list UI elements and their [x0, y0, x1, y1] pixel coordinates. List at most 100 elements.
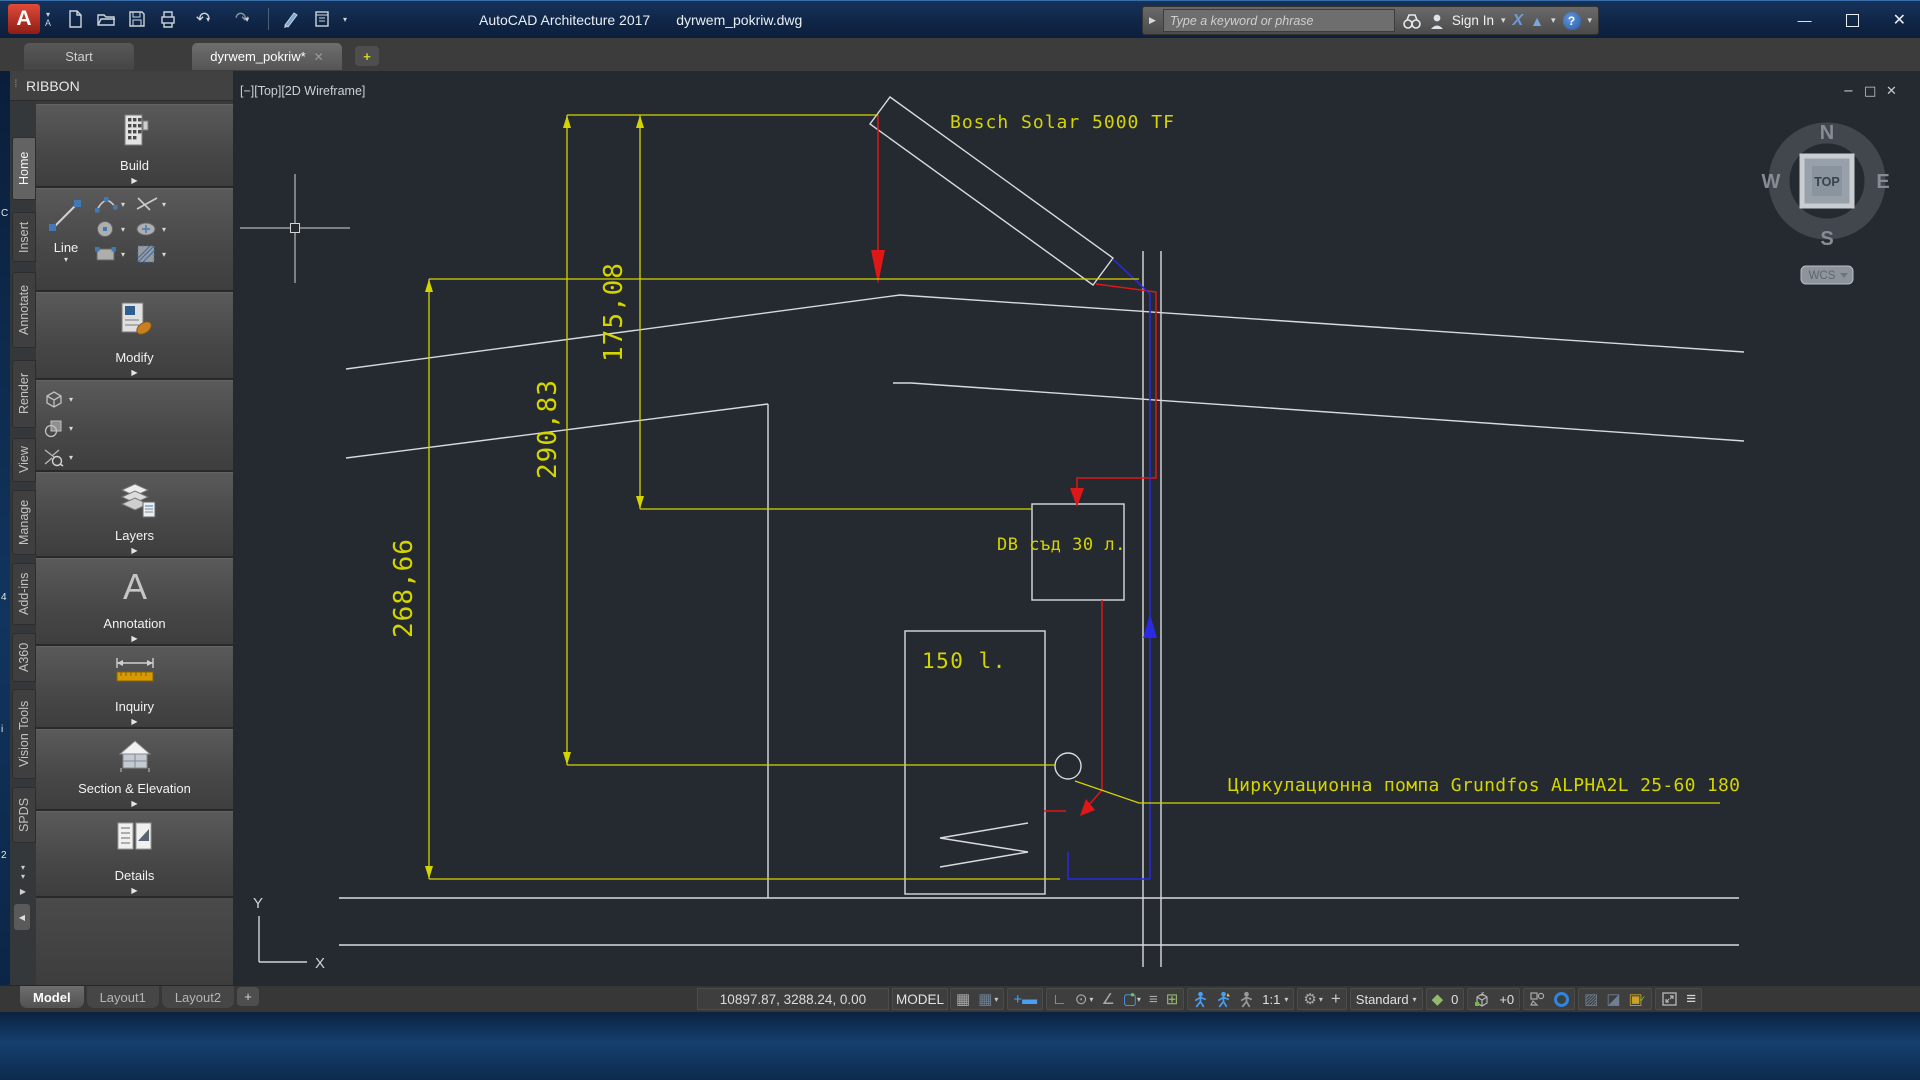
ribbon-panel-modify[interactable]: Modify ▶ [36, 292, 233, 380]
properties-palette-button[interactable] [309, 6, 335, 32]
workspace-value[interactable]: Standard [1356, 992, 1409, 1007]
ribbon-panel-section[interactable]: Section & Elevation ▶ [36, 729, 233, 811]
ribbon-panel-inquiry[interactable]: Inquiry ▶ [36, 646, 233, 729]
panel-flyout-icon[interactable]: ▶ [36, 886, 233, 895]
annotation-visibility-icon[interactable] [1193, 991, 1208, 1008]
autocad-logo-button[interactable]: A [8, 4, 40, 34]
autoscale-annotation-icon[interactable] [1216, 991, 1231, 1008]
new-layout-button[interactable]: + [237, 987, 259, 1006]
a360-dropdown-icon[interactable]: ▾ [1551, 15, 1556, 26]
exchange-apps-icon[interactable]: X [1512, 12, 1523, 30]
isodraft-icon[interactable]: ∠ [1101, 990, 1114, 1008]
snap-grid-icon[interactable]: ▦▾ [978, 990, 998, 1008]
snap-mode-icon[interactable]: +▬ [1013, 991, 1037, 1008]
model-space-badge[interactable]: MODEL [892, 988, 948, 1010]
help-icon[interactable]: ? [1563, 12, 1581, 30]
ribbon-panel-draw[interactable]: Line ▾ ▾ ▾ ▾ ▾ [36, 188, 233, 292]
quick-properties-icon[interactable] [1529, 991, 1546, 1007]
ribbon-tab-vision-tools[interactable]: Vision Tools [12, 689, 36, 779]
undo-button[interactable]: ↶▾ [186, 6, 220, 32]
dropdown-icon[interactable]: ▾ [69, 395, 73, 404]
arc-tool-button[interactable]: ▾ [94, 195, 125, 213]
viewport-controls[interactable]: [−][Top][2D Wireframe] [240, 84, 365, 98]
ribbon-panel-viewtools[interactable]: ▾ ▾ ▾ [36, 380, 233, 472]
annotation-scale-value[interactable]: 1:1 [1262, 992, 1280, 1007]
ellipse-tool-button[interactable]: ▾ [135, 220, 166, 238]
dropdown-icon[interactable]: ▾ [1319, 995, 1323, 1004]
logo-dropdown-icon[interactable]: ▾A [45, 11, 51, 27]
ribbon-tab-insert[interactable]: Insert [12, 212, 36, 262]
dropdown-icon[interactable]: ▾ [1284, 995, 1288, 1004]
line-dropdown-icon[interactable]: ▾ [40, 255, 92, 264]
dropdown-icon[interactable]: ▾ [121, 250, 125, 259]
viewcube-top-label[interactable]: TOP [1814, 175, 1839, 189]
ribbon-tab-annotate[interactable]: Annotate [12, 272, 36, 348]
ribbon-panel-details[interactable]: Details ▶ [36, 811, 233, 898]
settings-gear-icon[interactable]: ⚙▾ [1303, 990, 1322, 1008]
panel-flyout-icon[interactable]: ▶ [36, 717, 233, 726]
search-input[interactable] [1163, 9, 1395, 32]
save-button[interactable] [124, 6, 150, 32]
circle-tool-button[interactable]: ▾ [94, 220, 125, 238]
dropdown-icon[interactable]: ▾ [1413, 995, 1417, 1004]
dropdown-icon[interactable]: ▾ [69, 424, 73, 433]
dropdown-icon[interactable]: ▾ [994, 995, 998, 1004]
tab-drawing[interactable]: dyrwem_pokriw* ✕ [192, 43, 342, 70]
redo-button[interactable]: ↷▾ [225, 6, 259, 32]
collapse-palette-button[interactable]: ◀ [14, 904, 30, 930]
dropdown-icon[interactable]: ▾ [121, 200, 125, 209]
rectangle-tool-button[interactable]: ▾ [94, 245, 125, 263]
panel-flyout-icon[interactable]: ▶ [36, 176, 233, 185]
ribbon-tab-render[interactable]: Render [12, 360, 36, 428]
zoom-extents-tool-button[interactable]: ▾ [42, 447, 73, 467]
undo-dropdown-icon[interactable]: ▾ [206, 15, 210, 24]
dropdown-icon[interactable]: ▾ [1089, 995, 1093, 1004]
ribbon-panel-annotation[interactable]: A Annotation ▶ [36, 558, 233, 646]
viewport-close-button[interactable]: ✕ [1886, 84, 1897, 99]
ribbon-tab-a360[interactable]: A360 [12, 633, 36, 682]
tab-close-icon[interactable]: ✕ [314, 50, 324, 64]
plus-icon[interactable]: + [1331, 989, 1341, 1009]
viewport-minimize-button[interactable]: − [1843, 84, 1854, 99]
annotation-scale-icon[interactable] [1239, 991, 1254, 1008]
new-drawing-tab-button[interactable]: + [355, 46, 379, 66]
transparency-icon[interactable]: ◪ [1606, 990, 1620, 1008]
ribbon-tab-manage[interactable]: Manage [12, 490, 36, 555]
open-file-button[interactable] [93, 6, 119, 32]
chevron-down-icon[interactable]: ▾▾ [12, 863, 34, 881]
grid-display-icon[interactable]: ▦ [956, 990, 970, 1008]
ribbon-tab-home[interactable]: Home [12, 137, 36, 200]
help-dropdown-icon[interactable]: ▾ [1588, 15, 1593, 26]
layer-status-icon[interactable]: ◆ [1432, 990, 1444, 1008]
panel-flyout-icon[interactable]: ▶ [36, 546, 233, 555]
dropdown-icon[interactable]: ▾ [69, 453, 73, 462]
object-snap-icon[interactable]: ▢●▾ [1123, 990, 1141, 1008]
tab-layout2[interactable]: Layout2 [162, 986, 234, 1008]
dropdown-icon[interactable]: ▾ [162, 250, 166, 259]
snap-tracking-icon[interactable]: ⊞ [1166, 990, 1179, 1008]
clean-screen-icon[interactable] [1661, 991, 1678, 1007]
workspace-button[interactable] [278, 6, 304, 32]
dropdown-icon[interactable]: ▾ [162, 200, 166, 209]
ribbon-tab-spds[interactable]: SPDS [12, 787, 36, 843]
ribbon-tab-view[interactable]: View [12, 438, 36, 482]
maximize-button[interactable] [1846, 14, 1859, 27]
shapes-tool-button[interactable]: ▾ [42, 418, 73, 438]
ribbon-panel-build[interactable]: Build ▶ [36, 104, 233, 188]
polar-tracking-icon[interactable]: ⊙▾ [1075, 990, 1094, 1008]
box-3d-tool-button[interactable]: ▾ [42, 389, 73, 409]
qat-customize-dropdown[interactable]: ▾ [340, 6, 354, 32]
dropdown-icon[interactable]: ▾ [162, 225, 166, 234]
plot-button[interactable] [155, 6, 181, 32]
tab-strip-overflow[interactable]: ▾▾ ▶ ◀ [12, 863, 34, 930]
panel-flyout-icon[interactable]: ▶ [36, 799, 233, 808]
xline-tool-button[interactable]: ▾ [135, 195, 166, 213]
hatch-tool-button[interactable]: ▾ [135, 245, 166, 263]
isolate-objects-icon[interactable]: ▣✓ [1629, 990, 1647, 1008]
arrow-right-icon[interactable]: ▶ [12, 887, 34, 896]
tab-model[interactable]: Model [20, 986, 84, 1008]
customization-menu-icon[interactable]: ≡ [1686, 989, 1696, 1009]
minimize-button[interactable]: — [1798, 12, 1812, 28]
viewcube-south[interactable]: S [1820, 228, 1833, 250]
sign-in-button[interactable]: Sign In [1452, 13, 1494, 28]
